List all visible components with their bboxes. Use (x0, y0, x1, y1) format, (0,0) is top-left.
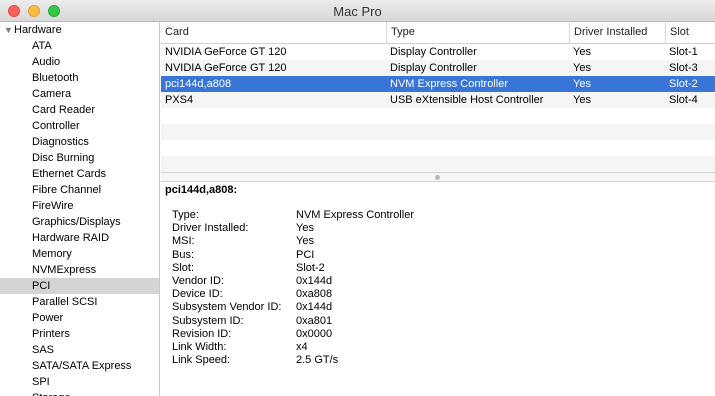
sidebar-item-pci[interactable]: PCI (0, 278, 159, 294)
cell-slot: Slot-3 (669, 62, 698, 74)
cell-slot: Slot-1 (669, 46, 698, 58)
devices-table: Card Type Driver Installed Slot NVIDIA G… (161, 22, 715, 172)
detail-field-value: 0x144d (296, 301, 333, 314)
detail-field-value: PCI (296, 248, 315, 261)
sidebar-item-fibre-channel[interactable]: Fibre Channel (0, 182, 159, 198)
detail-field-label: Vendor ID: (172, 275, 224, 287)
sidebar-item-ethernet-cards[interactable]: Ethernet Cards (0, 166, 159, 182)
column-header-slot[interactable]: Slot (665, 22, 715, 43)
cell-driver-installed: Yes (573, 78, 591, 90)
detail-field-label: Bus: (172, 248, 195, 261)
column-header-card[interactable]: Card (161, 22, 386, 43)
cell-slot: Slot-4 (669, 94, 698, 106)
detail-field-label: Link Speed: (172, 354, 231, 367)
sidebar-item-printers[interactable]: Printers (0, 326, 159, 342)
detail-field-value: 2.5 GT/s (296, 354, 339, 367)
cell-card: NVIDIA GeForce GT 120 (165, 62, 287, 74)
sidebar: ▼Hardware ATA Audio Bluetooth Camera Card Re… (0, 22, 160, 396)
table-row[interactable]: NVIDIA GeForce GT 120 Display Controller Y… (161, 44, 715, 60)
column-header-driver-installed[interactable]: Driver Installed (569, 22, 665, 43)
sidebar-item-disc-burning[interactable]: Disc Burning (0, 150, 159, 166)
sidebar-item-bluetooth[interactable]: Bluetooth (0, 70, 159, 86)
detail-pane: pci144d,a808: Type: NVM Express Controlle… (161, 182, 715, 396)
sidebar-item-card-reader[interactable]: Card Reader (0, 102, 159, 118)
window-title: Mac Pro (333, 4, 382, 19)
cell-slot: Slot-2 (669, 78, 698, 90)
cell-driver-installed: Yes (573, 62, 591, 74)
disclosure-triangle-icon[interactable]: ▼ (4, 22, 14, 38)
sidebar-item-sata-sata-express[interactable]: SATA/SATA Express (0, 358, 159, 374)
cell-type: Display Controller (390, 46, 477, 58)
cell-driver-installed: Yes (573, 94, 591, 106)
detail-field-value: 0xa808 (296, 288, 333, 301)
detail-field-label: MSI: (172, 235, 195, 248)
sidebar-item-audio[interactable]: Audio (0, 54, 159, 70)
detail-field-value: Yes (296, 235, 314, 248)
sidebar-item-firewire[interactable]: FireWire (0, 198, 159, 214)
detail-field-label: Driver Installed: (172, 222, 249, 235)
cell-driver-installed: Yes (573, 46, 591, 58)
table-row[interactable]: pci144d,a808 NVM Express Controller Yes Slo… (161, 76, 715, 92)
sidebar-item-sas[interactable]: SAS (0, 342, 159, 358)
empty-row (161, 140, 715, 156)
table-header: Card Type Driver Installed Slot (161, 22, 715, 44)
cell-type: NVM Express Controller (390, 78, 508, 90)
empty-row (161, 108, 715, 124)
detail-title: pci144d,a808: (165, 184, 238, 196)
sidebar-item-storage[interactable]: Storage (0, 390, 159, 396)
detail-field-value: NVM Express Controller (296, 209, 414, 221)
cell-card: NVIDIA GeForce GT 120 (165, 46, 287, 58)
title-bar: Mac Pro (0, 0, 715, 22)
sidebar-section-label: Hardware (14, 24, 62, 36)
detail-field-value: x4 (296, 341, 308, 353)
table-row[interactable]: NVIDIA GeForce GT 120 Display Controller Y… (161, 60, 715, 76)
detail-field-value: 0x0000 (296, 327, 333, 340)
cell-card: pci144d,a808 (165, 78, 232, 90)
table-row[interactable]: PXS4 USB eXtensible Host Controller Yes Slo… (161, 92, 715, 108)
sidebar-item-controller[interactable]: Controller (0, 118, 159, 134)
detail-field-value: Yes (296, 222, 314, 235)
sidebar-item-power[interactable]: Power (0, 310, 159, 326)
detail-field-value: 0x144d (296, 275, 333, 287)
detail-field-label: Subsystem ID: (172, 314, 244, 327)
detail-field-value: Slot-2 (296, 261, 325, 274)
detail-field-label: Slot: (172, 261, 195, 274)
sidebar-item-nvmexpress[interactable]: NVMExpress (0, 262, 159, 278)
sidebar-item-camera[interactable]: Camera (0, 86, 159, 102)
cell-type: Display Controller (390, 62, 477, 74)
sidebar-item-spi[interactable]: SPI (0, 374, 159, 390)
sidebar-item-parallel-scsi[interactable]: Parallel SCSI (0, 294, 159, 310)
detail-field-value: 0xa801 (296, 314, 333, 327)
sidebar-item-memory[interactable]: Memory (0, 246, 159, 262)
split-view-divider[interactable] (161, 172, 715, 182)
cell-card: PXS4 (165, 94, 194, 106)
sidebar-item-diagnostics[interactable]: Diagnostics (0, 134, 159, 150)
sidebar-item-ata[interactable]: ATA (0, 38, 159, 54)
cell-type: USB eXtensible Host Controller (390, 94, 544, 106)
detail-field-label: Revision ID: (172, 327, 232, 340)
empty-row (161, 124, 715, 140)
detail-field-label: Type: (172, 209, 199, 221)
sidebar-section-hardware[interactable]: ▼Hardware (0, 22, 62, 38)
column-header-type[interactable]: Type (386, 22, 569, 43)
sidebar-item-hardware-raid[interactable]: Hardware RAID (0, 230, 159, 246)
divider-grip-icon[interactable] (435, 175, 440, 180)
detail-field-label: Device ID: (172, 288, 223, 301)
detail-field-label: Link Width: (172, 341, 227, 353)
empty-row (161, 156, 715, 172)
detail-field-label: Subsystem Vendor ID: (172, 301, 282, 314)
sidebar-item-graphics-displays[interactable]: Graphics/Displays (0, 214, 159, 230)
